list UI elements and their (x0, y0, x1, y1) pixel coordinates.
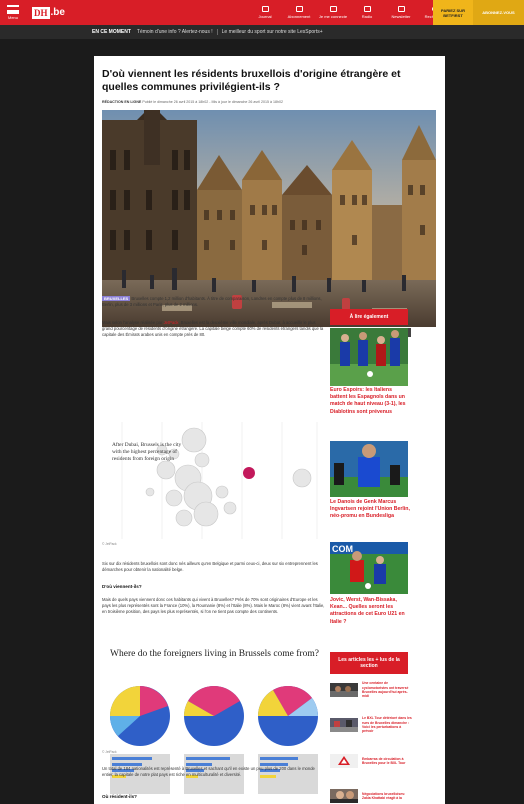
subscribe-button[interactable]: ABONNEZ-VOUS (473, 0, 524, 25)
article-page: D'où viennent les résidents bruxellois d… (94, 56, 445, 804)
nav-label: Newsletter (391, 14, 411, 19)
article-title: D'où viennent les résidents bruxellois d… (102, 68, 401, 93)
hero-photo (102, 110, 436, 327)
thumbnail (330, 718, 358, 732)
header-nav: Journal Abonnement Je me connecte Radio … (248, 0, 452, 25)
logo-be: .be (50, 7, 65, 18)
category-tag[interactable]: BRUXELLES (102, 296, 131, 301)
ticker-label: EN CE MOMENT (92, 29, 131, 35)
section-heading: D'où viennent-ils? (102, 584, 142, 589)
most-read-item[interactable]: Négociations bruxelloises: Zakia Khattab… (330, 788, 412, 804)
most-read-title: Le BXL Tour détérioré dans les rues de B… (362, 716, 412, 734)
story-thumb-3[interactable]: COM (330, 542, 408, 594)
nav-label: Je me connecte (318, 14, 348, 19)
radio-icon (363, 6, 371, 12)
menu-label: Menu (7, 15, 18, 20)
betfirst-button[interactable]: PARIEZ SUR BETFIRST (433, 0, 473, 25)
pie-infographic (110, 685, 318, 794)
subscription-icon (295, 6, 303, 12)
author: RÉDACTION EN LIGNE (102, 100, 142, 104)
mail-icon (397, 6, 405, 12)
source-credit: © JetPack (102, 542, 117, 546)
thumbnail (330, 683, 358, 697)
sidebar-heading-most-read: Les articles les + lus de la section (330, 652, 408, 674)
sidebar-heading-related: À lire également (330, 309, 408, 325)
paragraph-text: Mais selon l'analyse réalisée par (102, 320, 164, 325)
bubble-chart (102, 422, 324, 539)
most-read-title: Négociations bruxelloises: Zakia Khattab… (362, 791, 406, 800)
thumbnail (330, 789, 358, 803)
jetpack-link[interactable]: JetPack (164, 320, 179, 325)
paragraph: Six sur dix résidents bruxellois sont do… (102, 561, 318, 572)
nav-abonnement[interactable]: Abonnement (282, 0, 316, 25)
svg-text:COM: COM (332, 544, 353, 554)
related-story-title[interactable]: Le Danois de Genk Marcus Ingvartsen rejo… (330, 499, 410, 521)
thumbnail (330, 754, 358, 768)
nav-label: Abonnement (287, 14, 311, 19)
nav-radio[interactable]: Radio (350, 0, 384, 25)
related-story-title[interactable]: Euro Espoirs: les Italiens battent les E… (330, 387, 410, 416)
logo-dh: DH (32, 6, 50, 19)
most-read-item[interactable]: Une centaine de cyclomotoristes ont trav… (330, 681, 412, 699)
source-credit: © JetPack (102, 750, 117, 754)
nav-login[interactable]: Je me connecte (316, 0, 350, 25)
story-thumb-1[interactable] (330, 328, 408, 386)
most-read-item[interactable]: Le BXL Tour détérioré dans les rues de B… (330, 716, 412, 734)
newspaper-icon (261, 6, 269, 12)
paragraph: BRUXELLES Bruxelles compte 1,2 million d… (102, 296, 327, 308)
site-logo[interactable]: DH .be (32, 6, 65, 19)
news-ticker: EN CE MOMENT Témoin d'une info ? Alertez… (0, 25, 524, 39)
ticker-link[interactable]: Le meilleur du sport sur notre site LesS… (222, 29, 327, 35)
related-story-title[interactable]: Jovic, Werst, Wan-Bissaka, Kean... Quell… (330, 597, 410, 626)
infographic-title: Where do the foreigners living in Brusse… (110, 649, 319, 659)
paragraph: Un total de 184 nationalités est représe… (102, 766, 315, 777)
menu-button[interactable]: Menu (0, 0, 26, 25)
paragraph: Mais selon l'analyse réalisée par JetPac… (102, 320, 327, 338)
user-icon (329, 6, 337, 12)
nav-label: Radio (361, 14, 373, 19)
article-byline: RÉDACTION EN LIGNE Publié le dimanche 26… (102, 100, 283, 104)
nav-journal[interactable]: Journal (248, 0, 282, 25)
nav-label: Journal (258, 14, 272, 19)
most-read-title: Une centaine de cyclomotoristes ont trav… (362, 681, 409, 699)
publish-dates: Publié le dimanche 26 avril 2015 à 18h02… (142, 100, 283, 104)
ticker-link[interactable]: Témoin d'une info ? Alertez-nous ! (137, 29, 218, 35)
story-thumb-2[interactable] (330, 441, 408, 497)
paragraph-text: Bruxelles compte 1,2 million d'habitants… (102, 296, 322, 307)
nav-newsletter[interactable]: Newsletter (384, 0, 418, 25)
section-heading: Où résident-ils? (102, 794, 137, 799)
most-read-title: Embarras de circulation à Bruxelles pour… (362, 756, 406, 765)
hamburger-icon (7, 5, 19, 14)
most-read-item[interactable]: Embarras de circulation à Bruxelles pour… (330, 753, 412, 769)
paragraph: Mais de quels pays viennent donc ces hab… (102, 597, 325, 614)
bubble-chart-note: After Dubai, Brussels is the city with t… (112, 442, 182, 462)
